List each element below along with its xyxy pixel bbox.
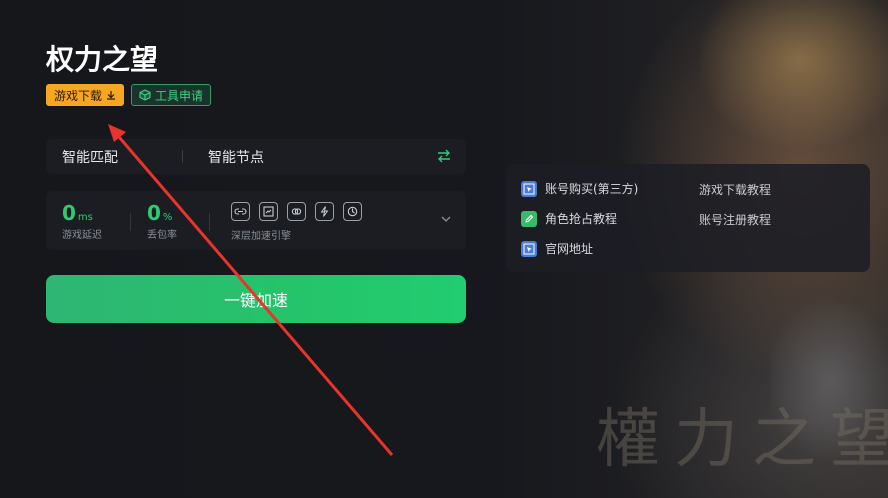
link-label: 账号购买(第三方) [545, 182, 639, 196]
latency-label: 游戏延迟 [62, 230, 102, 241]
link-icon[interactable] [231, 202, 250, 221]
character-hair [700, 0, 888, 170]
rocket-icon[interactable] [343, 202, 362, 221]
edit-icon [521, 210, 537, 227]
link-official-site[interactable]: 官网地址 [521, 240, 593, 257]
screen-icon[interactable] [259, 202, 278, 221]
game-download-label: 游戏下载 [53, 88, 102, 103]
download-icon [107, 91, 115, 100]
chevron-down-icon[interactable] [440, 215, 452, 223]
tool-apply-button[interactable]: 工具申请 [131, 84, 211, 106]
latency-value: 0 [62, 201, 76, 225]
cursor-window-icon [521, 180, 537, 197]
game-logo-watermark: 權力之望 [596, 403, 888, 477]
packet-loss-unit: % [162, 212, 173, 223]
cube-icon [139, 89, 151, 101]
packet-loss-label: 丢包率 [147, 230, 177, 241]
packet-loss-stat: 0% 丢包率 [147, 201, 177, 241]
lightning-icon[interactable] [315, 202, 334, 221]
one-click-accelerate-button[interactable]: 一键加速 [46, 275, 466, 323]
network-stats-panel: 0 ms 游戏延迟 0% 丢包率 深层加速引擎 [46, 191, 466, 250]
route-divider [182, 150, 183, 163]
link-role-grab-tutorial[interactable]: 角色抢占教程 [521, 210, 617, 227]
link-label: 官网地址 [545, 242, 594, 256]
stat-divider [209, 213, 210, 231]
cursor-window-icon [521, 240, 537, 257]
tool-apply-label: 工具申请 [154, 88, 203, 103]
game-download-button[interactable]: 游戏下载 [46, 84, 124, 106]
game-title: 权力之望 [46, 43, 159, 76]
acceleration-engine-icons [231, 202, 362, 221]
link-register-tutorial[interactable]: 账号注册教程 [699, 211, 771, 228]
link-account-purchase[interactable]: 账号购买(第三方) [521, 180, 638, 197]
engine-label: 深层加速引擎 [231, 231, 291, 242]
stat-divider [130, 213, 131, 231]
link-download-tutorial[interactable]: 游戏下载教程 [699, 181, 771, 198]
packet-loss-value: 0 [147, 201, 161, 225]
chain-icon[interactable] [287, 202, 306, 221]
route-selector: 智能匹配 智能节点 [46, 139, 466, 174]
match-mode-selector[interactable]: 智能匹配 [62, 147, 118, 167]
link-label: 角色抢占教程 [545, 212, 618, 226]
node-selector[interactable]: 智能节点 [208, 147, 264, 167]
accelerate-label: 一键加速 [223, 291, 288, 310]
latency-unit: ms [77, 212, 93, 223]
quick-links-panel: 账号购买(第三方) 角色抢占教程 官网地址 游戏下载教程 账号注册教程 [506, 164, 870, 272]
latency-stat: 0 ms 游戏延迟 [62, 201, 102, 241]
swap-arrows-icon[interactable] [436, 149, 452, 163]
